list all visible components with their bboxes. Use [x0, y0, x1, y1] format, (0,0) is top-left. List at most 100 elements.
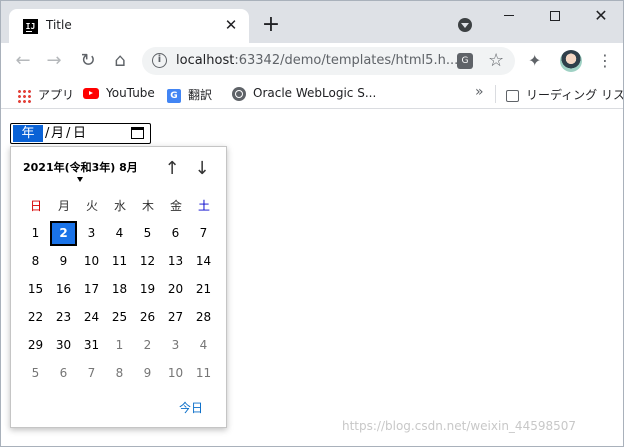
url-text[interactable]: localhost:63342/demo/templates/html5.h..…	[176, 53, 458, 68]
address-bar[interactable]: i localhost:63342/demo/templates/html5.h…	[142, 47, 515, 75]
bookmark-youtube[interactable]: YouTube	[83, 86, 155, 100]
calendar-day[interactable]: 8	[106, 361, 133, 386]
calendar-day[interactable]: 2	[134, 333, 161, 358]
calendar-day[interactable]: 16	[50, 277, 77, 302]
calendar-day[interactable]: 27	[162, 305, 189, 330]
weekday-mon: 月	[57, 199, 70, 213]
bookmarks-overflow-chevron-icon[interactable]: »	[475, 84, 484, 100]
google-translate-icon: G	[167, 88, 181, 103]
calendar-day-selected[interactable]: 2	[50, 221, 77, 246]
calendar-day[interactable]: 3	[162, 333, 189, 358]
calendar-day[interactable]: 9	[134, 361, 161, 386]
calendar-day[interactable]: 6	[50, 361, 77, 386]
calendar-day[interactable]: 28	[190, 305, 217, 330]
bookmark-oracle-weblogic[interactable]: Oracle WebLogic S...	[232, 86, 376, 101]
reading-list-label: リーディング リスト	[526, 88, 624, 102]
calendar-day[interactable]: 10	[78, 249, 105, 274]
calendar-day[interactable]: 1	[22, 221, 49, 246]
today-button[interactable]: 今日	[179, 399, 203, 416]
window-close-button[interactable]: ✕	[578, 1, 623, 31]
calendar-day[interactable]: 12	[134, 249, 161, 274]
bookmark-label: 翻訳	[188, 88, 213, 102]
calendar-day[interactable]: 26	[134, 305, 161, 330]
bookmark-label: YouTube	[106, 86, 155, 100]
reading-list-icon	[506, 89, 519, 102]
next-month-arrow-icon[interactable]: ↓	[192, 159, 212, 179]
previous-month-arrow-icon[interactable]: ↑	[162, 159, 182, 179]
calendar-day[interactable]: 5	[134, 221, 161, 246]
calendar-day[interactable]: 15	[22, 277, 49, 302]
tab-title: Title	[46, 18, 72, 32]
reading-list-button[interactable]: リーディング リスト	[506, 86, 624, 103]
calendar-day[interactable]: 4	[190, 333, 217, 358]
calendar-day[interactable]: 24	[78, 305, 105, 330]
calendar-day[interactable]: 6	[162, 221, 189, 246]
calendar-day[interactable]: 10	[162, 361, 189, 386]
intellij-favicon-icon: IJ	[23, 19, 38, 34]
extensions-puzzle-icon[interactable]: ✦	[528, 51, 541, 70]
tab-strip: IJ Title ✕ + ✕	[1, 1, 623, 43]
calendar-day[interactable]: 23	[50, 305, 77, 330]
calendar-day[interactable]: 11	[106, 249, 133, 274]
calendar-day[interactable]: 7	[78, 361, 105, 386]
month-year-label[interactable]: 2021年(令和3年) 8月	[23, 159, 138, 175]
apps-grid-icon	[17, 88, 31, 103]
date-month-segment[interactable]: 月	[51, 125, 64, 142]
date-day-segment[interactable]: 日	[73, 125, 86, 142]
weekday-sat: 土	[197, 199, 210, 213]
watermark-text: https://blog.csdn.net/weixin_44598507	[342, 419, 577, 433]
translate-icon[interactable]: G	[457, 53, 473, 69]
calendar-day[interactable]: 11	[190, 361, 217, 386]
calendar-day[interactable]: 30	[50, 333, 77, 358]
reload-icon[interactable]: ↻	[76, 49, 100, 73]
site-info-icon[interactable]: i	[152, 53, 167, 68]
bookmark-apps[interactable]: アプリ	[17, 86, 74, 103]
maximize-icon	[550, 10, 560, 21]
weekday-wed: 水	[113, 199, 126, 213]
calendar-day[interactable]: 9	[50, 249, 77, 274]
bookmark-label: アプリ	[38, 88, 75, 102]
calendar-day[interactable]: 21	[190, 277, 217, 302]
forward-arrow-icon[interactable]: →	[42, 49, 66, 73]
back-arrow-icon[interactable]: ←	[11, 49, 35, 73]
browser-window: IJ Title ✕ + ✕ ← → ↻ ⌂ i localhost:63342…	[0, 0, 624, 447]
calendar-day[interactable]: 1	[106, 333, 133, 358]
date-separator: /	[66, 126, 71, 141]
tab-close-icon[interactable]: ✕	[221, 15, 241, 35]
url-host: localhost	[176, 53, 235, 68]
calendar-day[interactable]: 17	[78, 277, 105, 302]
bookmarks-divider	[495, 85, 496, 103]
tab-search-icon[interactable]	[458, 18, 472, 32]
url-path: :63342/demo/templates/html5.h...	[234, 53, 459, 68]
calendar-day[interactable]: 5	[22, 361, 49, 386]
calendar-day[interactable]: 20	[162, 277, 189, 302]
date-year-segment[interactable]: 年	[13, 125, 43, 142]
calendar-day[interactable]: 22	[22, 305, 49, 330]
minimize-button[interactable]	[486, 1, 532, 31]
home-icon[interactable]: ⌂	[108, 49, 132, 73]
new-tab-button[interactable]: +	[259, 14, 283, 38]
bookmark-translate[interactable]: G 翻訳	[167, 86, 212, 103]
tab-active[interactable]: IJ Title ✕	[9, 9, 249, 43]
minimize-icon	[504, 15, 514, 16]
bookmark-star-icon[interactable]: ☆	[488, 50, 504, 71]
calendar-day[interactable]: 29	[22, 333, 49, 358]
calendar-day[interactable]: 7	[190, 221, 217, 246]
month-dropdown-caret-icon[interactable]	[77, 177, 83, 182]
calendar-day[interactable]: 4	[106, 221, 133, 246]
calendar-icon[interactable]	[131, 127, 144, 139]
calendar-day[interactable]: 18	[106, 277, 133, 302]
menu-kebab-icon[interactable]: ⋮	[597, 49, 613, 73]
calendar-day[interactable]: 13	[162, 249, 189, 274]
calendar-day[interactable]: 31	[78, 333, 105, 358]
calendar-day[interactable]: 8	[22, 249, 49, 274]
calendar-day[interactable]: 3	[78, 221, 105, 246]
date-input[interactable]: 年 / 月 / 日	[10, 123, 151, 144]
profile-avatar[interactable]	[560, 50, 582, 72]
calendar-day[interactable]: 14	[190, 249, 217, 274]
weekday-sun: 日	[29, 199, 42, 213]
maximize-button[interactable]	[532, 1, 578, 31]
bookmark-label: Oracle WebLogic S...	[253, 86, 377, 100]
calendar-day[interactable]: 25	[106, 305, 133, 330]
calendar-day[interactable]: 19	[134, 277, 161, 302]
